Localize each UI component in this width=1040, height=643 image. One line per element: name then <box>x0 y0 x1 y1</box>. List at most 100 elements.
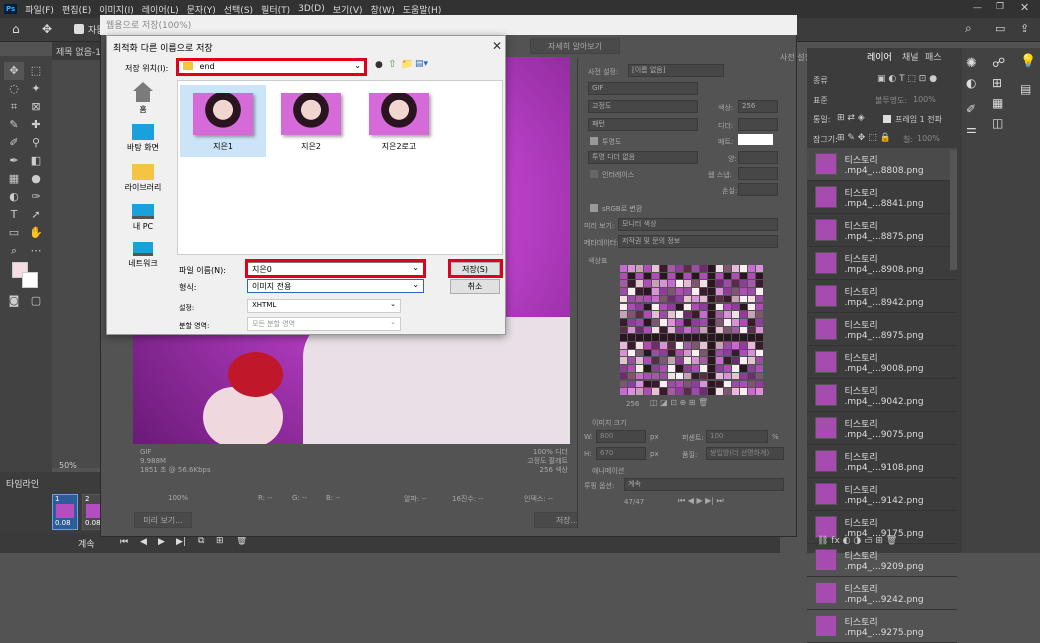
color-swatch[interactable] <box>716 349 723 357</box>
color-swatch[interactable] <box>724 280 731 288</box>
layer-row[interactable]: 티스토리 .mp4_...8975.png <box>807 313 957 346</box>
color-swatch[interactable] <box>676 288 683 295</box>
color-swatch[interactable] <box>724 349 731 357</box>
color-swatch[interactable] <box>740 342 747 349</box>
color-swatch[interactable] <box>644 365 651 372</box>
color-swatch[interactable] <box>740 334 747 341</box>
color-icon[interactable]: ◐ <box>966 76 976 90</box>
color-swatch[interactable] <box>636 388 643 395</box>
color-swatch[interactable] <box>692 388 699 395</box>
minimize-window-icon[interactable]: — <box>973 3 982 13</box>
color-swatch[interactable] <box>740 288 747 295</box>
color-swatch[interactable] <box>644 357 651 365</box>
color-swatch[interactable] <box>716 265 723 272</box>
menu-help[interactable]: 도움말(H) <box>399 3 446 16</box>
color-swatch[interactable] <box>676 380 683 388</box>
color-swatch[interactable] <box>652 265 659 272</box>
color-swatch[interactable] <box>732 303 739 311</box>
color-swatch[interactable] <box>636 303 643 311</box>
layers-scrollbar[interactable] <box>950 150 957 270</box>
color-swatch[interactable] <box>644 265 651 272</box>
color-swatch[interactable] <box>636 311 643 318</box>
color-swatch[interactable] <box>684 303 691 311</box>
dither-input[interactable] <box>738 118 778 131</box>
color-swatch[interactable] <box>692 380 699 388</box>
format-select[interactable]: GIF <box>588 82 698 95</box>
color-swatch[interactable] <box>708 311 715 318</box>
color-swatch[interactable] <box>660 326 667 334</box>
color-swatch[interactable] <box>652 388 659 395</box>
rectangle-icon[interactable]: ▭ <box>4 224 24 242</box>
filter-icons[interactable]: ▣ ◐ T ⬚ ⊡ ● <box>877 74 937 84</box>
play-icon[interactable]: ▶ <box>158 537 165 547</box>
color-swatch[interactable] <box>692 334 699 341</box>
color-swatch[interactable] <box>676 349 683 357</box>
color-swatch[interactable] <box>636 318 643 326</box>
color-swatch[interactable] <box>700 357 707 365</box>
quick-mask-icon[interactable]: ◙ <box>4 292 24 310</box>
color-swatch[interactable] <box>660 318 667 326</box>
color-swatch[interactable] <box>620 326 627 334</box>
history-brush-icon[interactable]: ✒ <box>4 152 24 170</box>
frame-delay[interactable]: 0.08 <box>85 519 101 527</box>
color-swatch[interactable] <box>724 272 731 280</box>
layer-row[interactable]: 티스토리 .mp4_...9142.png <box>807 478 957 511</box>
color-swatch[interactable] <box>644 288 651 295</box>
color-swatch[interactable] <box>724 334 731 341</box>
new-folder-icon[interactable]: 📁 <box>401 59 413 70</box>
swatches-icon[interactable]: ☍ <box>992 56 1005 71</box>
color-swatch[interactable] <box>644 388 651 395</box>
color-swatch[interactable] <box>716 288 723 295</box>
layer-row[interactable]: 티스토리 .mp4_...8908.png <box>807 247 957 280</box>
color-swatch[interactable] <box>740 272 747 280</box>
color-swatch[interactable] <box>620 288 627 295</box>
type-icon[interactable]: T <box>4 206 24 224</box>
color-swatch[interactable] <box>716 388 723 395</box>
color-swatch[interactable] <box>684 295 691 303</box>
lasso-icon[interactable]: ◌ <box>4 80 24 98</box>
layer-row[interactable]: 티스토리 .mp4_...8841.png <box>807 181 957 214</box>
color-swatch[interactable] <box>644 372 651 380</box>
color-swatch[interactable] <box>684 318 691 326</box>
color-swatch[interactable] <box>748 311 755 318</box>
color-swatch[interactable] <box>732 326 739 334</box>
healing-brush-icon[interactable]: ✚ <box>26 116 46 134</box>
share-icon[interactable]: ⇪ <box>1020 22 1029 35</box>
color-swatch[interactable] <box>700 311 707 318</box>
colors-input[interactable]: 256 <box>738 100 778 113</box>
color-swatch[interactable] <box>724 372 731 380</box>
brush-settings-icon[interactable]: ✺ <box>966 56 977 71</box>
menu-filter[interactable]: 필터(T) <box>257 3 294 16</box>
color-swatch[interactable] <box>652 372 659 380</box>
color-swatch[interactable] <box>668 303 675 311</box>
path-select-icon[interactable]: ➚ <box>26 206 46 224</box>
color-swatch[interactable] <box>716 334 723 341</box>
color-swatch[interactable] <box>700 318 707 326</box>
loop-select[interactable]: 계속 <box>78 537 95 550</box>
color-swatch[interactable] <box>676 388 683 395</box>
tab-paths[interactable]: 패스 <box>925 50 942 63</box>
color-swatch[interactable] <box>620 380 627 388</box>
color-swatch[interactable] <box>684 265 691 272</box>
color-swatch[interactable] <box>628 380 635 388</box>
color-swatch[interactable] <box>644 334 651 341</box>
amount-input[interactable] <box>738 151 778 164</box>
color-swatch[interactable] <box>660 288 667 295</box>
color-swatch[interactable] <box>756 365 763 372</box>
color-swatch[interactable] <box>740 372 747 380</box>
color-swatch[interactable] <box>724 318 731 326</box>
menu-3d[interactable]: 3D(D) <box>294 4 329 14</box>
color-swatch[interactable] <box>644 349 651 357</box>
color-swatch[interactable] <box>684 357 691 365</box>
color-swatch[interactable] <box>620 318 627 326</box>
color-swatch[interactable] <box>668 334 675 341</box>
color-swatch[interactable] <box>652 295 659 303</box>
blend-mode-select[interactable]: 표준 <box>813 95 828 106</box>
color-swatch[interactable] <box>692 265 699 272</box>
color-swatch[interactable] <box>668 280 675 288</box>
color-swatch[interactable] <box>756 311 763 318</box>
color-swatch[interactable] <box>700 288 707 295</box>
layer-row[interactable]: 티스토리 .mp4_...9209.png <box>807 544 957 577</box>
color-swatch[interactable] <box>628 388 635 395</box>
color-swatch[interactable] <box>740 265 747 272</box>
